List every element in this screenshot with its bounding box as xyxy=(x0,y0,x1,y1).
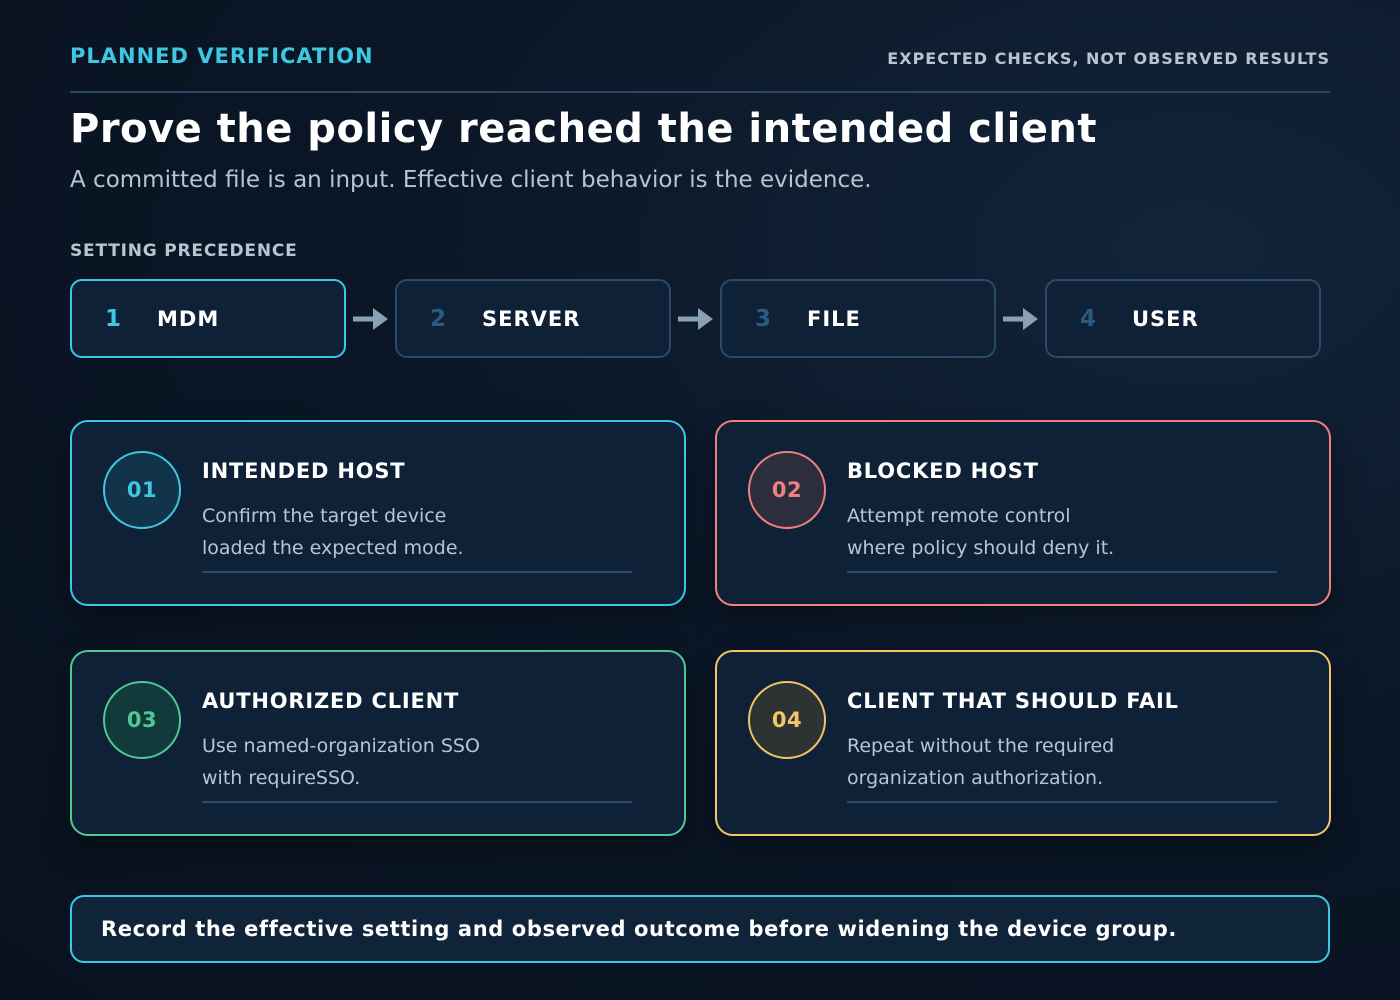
header-note: EXPECTED CHECKS, NOT OBSERVED RESULTS xyxy=(887,49,1330,68)
check-title: AUTHORIZED CLIENT xyxy=(202,689,460,713)
check-card-blocked-host: 02 BLOCKED HOST Attempt remote control w… xyxy=(715,420,1331,606)
check-description-line: Repeat without the required xyxy=(847,735,1115,757)
eyebrow-label: PLANNED VERIFICATION xyxy=(70,44,374,68)
check-number-badge: 01 xyxy=(103,451,181,529)
check-card-authorized-client: 03 AUTHORIZED CLIENT Use named-organizat… xyxy=(70,650,686,836)
step-label: SERVER xyxy=(482,306,581,331)
check-title: BLOCKED HOST xyxy=(847,459,1039,483)
check-description: Repeat without the required organization… xyxy=(847,730,1287,794)
card-divider xyxy=(847,801,1277,803)
check-title: CLIENT THAT SHOULD FAIL xyxy=(847,689,1179,713)
step-label: FILE xyxy=(807,306,861,331)
check-description: Use named-organization SSO with requireS… xyxy=(202,730,642,794)
check-description-line: organization authorization. xyxy=(847,767,1104,789)
footer-callout: Record the effective setting and observe… xyxy=(70,895,1330,963)
card-divider xyxy=(202,571,632,573)
precedence-label: SETTING PRECEDENCE xyxy=(70,241,298,261)
check-description-line: with requireSSO. xyxy=(202,767,361,789)
check-description: Attempt remote control where policy shou… xyxy=(847,500,1287,564)
precedence-step-user: 4 USER xyxy=(1045,279,1321,358)
precedence-step-server: 2 SERVER xyxy=(395,279,671,358)
step-label: MDM xyxy=(157,306,220,331)
check-description-line: Use named-organization SSO xyxy=(202,735,480,757)
step-number: 4 xyxy=(1080,305,1097,332)
check-description: Confirm the target device loaded the exp… xyxy=(202,500,642,564)
card-divider xyxy=(847,571,1277,573)
check-card-intended-host: 01 INTENDED HOST Confirm the target devi… xyxy=(70,420,686,606)
check-number-badge: 04 xyxy=(748,681,826,759)
precedence-step-file: 3 FILE xyxy=(720,279,996,358)
page-title: Prove the policy reached the intended cl… xyxy=(70,106,1098,152)
header-divider xyxy=(70,91,1330,93)
verification-page: PLANNED VERIFICATION EXPECTED CHECKS, NO… xyxy=(0,0,1400,1000)
check-number-badge: 02 xyxy=(748,451,826,529)
check-title: INTENDED HOST xyxy=(202,459,406,483)
precedence-step-mdm: 1 MDM xyxy=(70,279,346,358)
check-description-line: Confirm the target device xyxy=(202,505,447,527)
check-description-line: Attempt remote control xyxy=(847,505,1071,527)
check-description-line: loaded the expected mode. xyxy=(202,537,464,559)
card-divider xyxy=(202,801,632,803)
step-label: USER xyxy=(1132,306,1199,331)
page-subtitle: A committed file is an input. Effective … xyxy=(70,167,872,193)
check-card-client-should-fail: 04 CLIENT THAT SHOULD FAIL Repeat withou… xyxy=(715,650,1331,836)
step-number: 3 xyxy=(755,305,772,332)
arrow-right-icon xyxy=(353,308,388,330)
check-number-badge: 03 xyxy=(103,681,181,759)
step-number: 1 xyxy=(105,305,122,332)
check-description-line: where policy should deny it. xyxy=(847,537,1115,559)
arrow-right-icon xyxy=(678,308,713,330)
arrow-right-icon xyxy=(1003,308,1038,330)
step-number: 2 xyxy=(430,305,447,332)
